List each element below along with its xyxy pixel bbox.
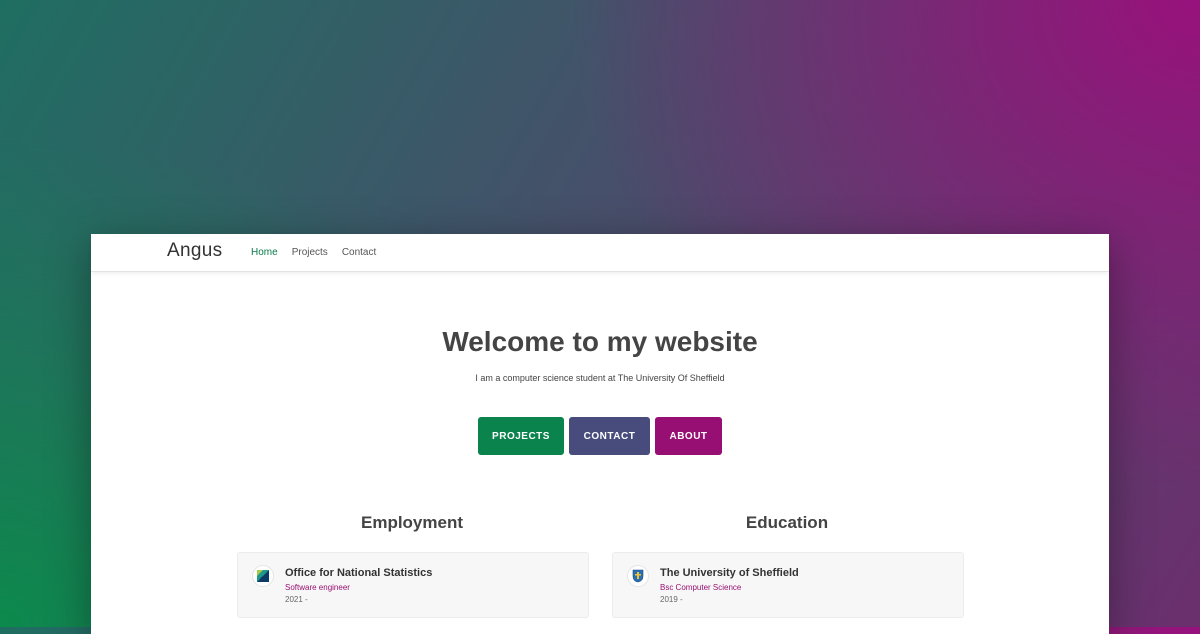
nav-projects[interactable]: Projects [292,247,328,258]
employment-org: Office for National Statistics [285,567,433,579]
employment-card: Office for National Statistics Software … [237,552,589,618]
nav-contact[interactable]: Contact [342,247,376,258]
education-title: Education [745,513,829,532]
hero-subtitle: I am a computer science student at The U… [475,373,725,383]
employment-title: Employment [360,513,464,532]
hero-buttons: PROJECTS CONTACT ABOUT [478,417,722,455]
education-role: Bsc Computer Science [660,583,742,592]
employment-years: 2021 - [285,595,308,604]
brand-logo[interactable]: Angus [167,240,222,262]
education-org: The University of Sheffield [660,567,799,579]
education-years: 2019 - [660,595,683,604]
about-button[interactable]: ABOUT [655,417,722,455]
projects-button[interactable]: PROJECTS [478,417,564,455]
browser-window: Angus Home Projects Contact Welcome to m… [91,234,1109,634]
university-crest-icon [627,565,649,587]
nav-home[interactable]: Home [251,247,278,258]
navbar: Angus Home Projects Contact [91,234,1109,272]
hero-title: Welcome to my website [442,326,758,357]
employment-role: Software engineer [285,583,350,592]
education-card: The University of Sheffield Bsc Computer… [612,552,964,618]
nav-links: Home Projects Contact [251,247,376,258]
contact-button[interactable]: CONTACT [569,417,650,455]
ons-logo-icon [252,565,274,587]
